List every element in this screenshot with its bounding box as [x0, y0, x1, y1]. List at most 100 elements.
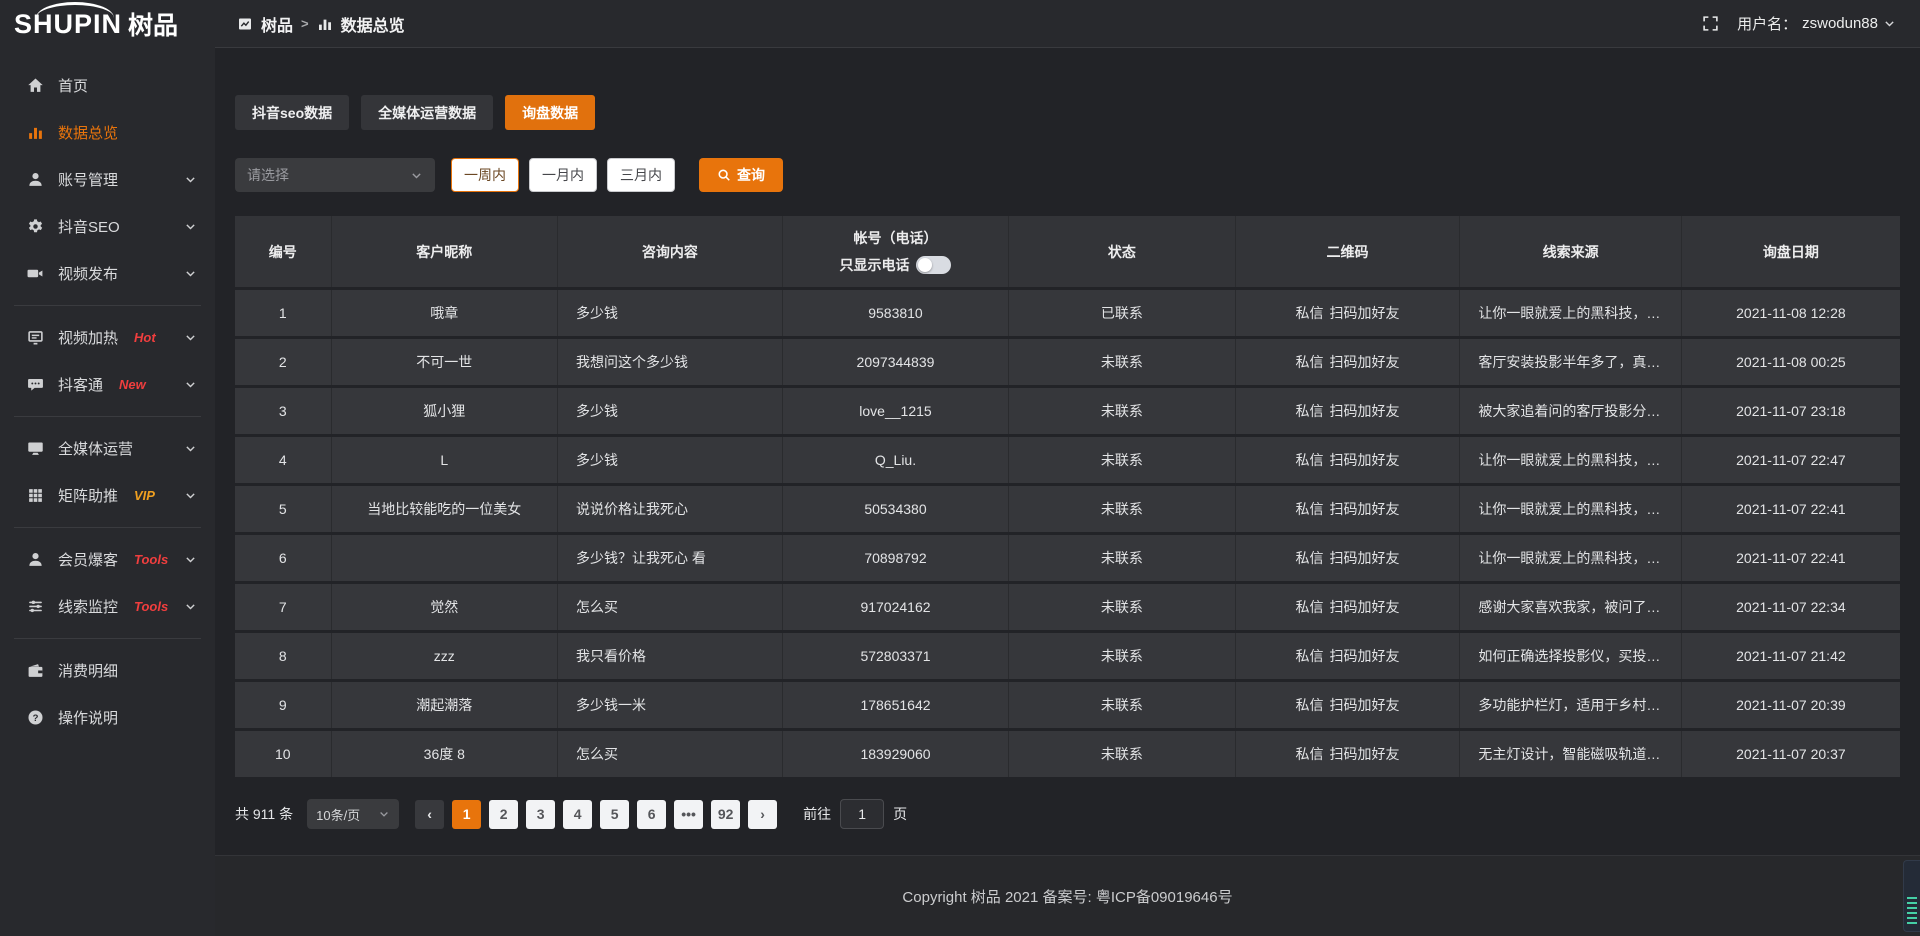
- table-row: 8zzz我只看价格572803371未联系私信扫码加好友如何正确选择投影仪，买投…: [235, 633, 1900, 679]
- cell-index: 7: [235, 584, 332, 630]
- column-header-label: 客户昵称: [416, 242, 472, 262]
- page-button-3[interactable]: 3: [526, 800, 555, 829]
- page-size-select[interactable]: 10条/页: [307, 799, 399, 829]
- breadcrumb-root[interactable]: 树品: [261, 12, 293, 36]
- cell-date: 2021-11-07 22:34: [1682, 584, 1900, 630]
- account-select[interactable]: 请选择: [235, 158, 435, 192]
- tab-全媒体运营数据[interactable]: 全媒体运营数据: [361, 95, 493, 130]
- home-icon: [27, 77, 44, 94]
- cell-content: 多少钱: [558, 290, 783, 336]
- tab-询盘数据[interactable]: 询盘数据: [505, 95, 595, 130]
- heat-icon: [27, 329, 44, 346]
- source-link[interactable]: 被大家追着问的客厅投影分享...: [1478, 401, 1670, 421]
- column-header: 客户昵称: [332, 216, 558, 287]
- column-header-label: 状态: [1108, 242, 1136, 262]
- period-button-一月内[interactable]: 一月内: [529, 158, 597, 192]
- cell-qrcode: 私信扫码加好友: [1236, 290, 1461, 336]
- sidebar-item-会员爆客[interactable]: 会员爆客Tools: [0, 536, 215, 583]
- sidebar-item-操作说明[interactable]: ?操作说明: [0, 694, 215, 741]
- search-button[interactable]: 查询: [699, 158, 783, 192]
- sidebar-item-label: 视频加热: [58, 327, 118, 348]
- user-menu[interactable]: 用户名： zswodun88: [1737, 13, 1896, 34]
- qr-link[interactable]: 私信: [1296, 401, 1324, 421]
- qr-link[interactable]: 私信: [1296, 646, 1324, 666]
- page-button-6[interactable]: 6: [637, 800, 666, 829]
- page-button-5[interactable]: 5: [600, 800, 629, 829]
- source-link[interactable]: 无主灯设计，智能磁吸轨道灯...: [1478, 744, 1670, 764]
- sidebar-item-视频加热[interactable]: 视频加热Hot: [0, 314, 215, 361]
- page-button-4[interactable]: 4: [563, 800, 592, 829]
- qr-link[interactable]: 扫码加好友: [1330, 744, 1400, 764]
- source-link[interactable]: 让你一眼就爱上的黑科技，能...: [1478, 450, 1670, 470]
- source-link[interactable]: 让你一眼就爱上的黑科技，能...: [1478, 548, 1670, 568]
- tab-抖音seo数据[interactable]: 抖音seo数据: [235, 95, 349, 130]
- qr-link[interactable]: 私信: [1296, 744, 1324, 764]
- qr-link[interactable]: 扫码加好友: [1330, 401, 1400, 421]
- cell-account: 917024162: [783, 584, 1009, 630]
- qr-link[interactable]: 扫码加好友: [1330, 646, 1400, 666]
- cell-date: 2021-11-08 12:28: [1682, 290, 1900, 336]
- source-link[interactable]: 让你一眼就爱上的黑科技，能...: [1478, 303, 1670, 323]
- qr-link[interactable]: 扫码加好友: [1330, 499, 1400, 519]
- ellipsis-page-button[interactable]: •••: [674, 800, 703, 829]
- sidebar-item-线索监控[interactable]: 线索监控Tools: [0, 583, 215, 630]
- source-link[interactable]: 客厅安装投影半年多了，真实...: [1478, 352, 1670, 372]
- sidebar-item-首页[interactable]: 首页: [0, 62, 215, 109]
- cell-nickname: 36度 8: [332, 731, 558, 777]
- cell-content: 多少钱一米: [558, 682, 783, 728]
- qr-link[interactable]: 私信: [1296, 303, 1324, 323]
- sidebar-item-全媒体运营[interactable]: 全媒体运营: [0, 425, 215, 472]
- sidebar-item-账号管理[interactable]: 账号管理: [0, 156, 215, 203]
- goto-page-input[interactable]: [840, 799, 884, 829]
- floating-widget[interactable]: [1903, 860, 1920, 932]
- chat-icon: [27, 376, 44, 393]
- period-button-一周内[interactable]: 一周内: [451, 158, 519, 192]
- page-button-1[interactable]: 1: [452, 800, 481, 829]
- qr-link[interactable]: 私信: [1296, 352, 1324, 372]
- sidebar-item-视频发布[interactable]: 视频发布: [0, 250, 215, 297]
- sidebar-item-数据总览[interactable]: 数据总览: [0, 109, 215, 156]
- dashboard-icon: [237, 16, 253, 32]
- source-link[interactable]: 感谢大家喜欢我家，被问了好...: [1478, 597, 1670, 617]
- logo-arc: [36, 2, 114, 18]
- cell-account: 70898792: [783, 535, 1009, 581]
- qr-link[interactable]: 私信: [1296, 597, 1324, 617]
- sidebar-divider: [14, 305, 201, 306]
- qr-link[interactable]: 私信: [1296, 548, 1324, 568]
- source-link[interactable]: 如何正确选择投影仪，买投影...: [1478, 646, 1670, 666]
- sidebar-item-badge: Tools: [134, 552, 168, 567]
- cell-content: 说说价格让我死心: [558, 486, 783, 532]
- cell-source: 多功能护栏灯，适用于乡村文...: [1460, 682, 1681, 728]
- sidebar-item-抖音SEO[interactable]: 抖音SEO: [0, 203, 215, 250]
- username: zswodun88: [1802, 15, 1878, 32]
- cell-content: 怎么买: [558, 584, 783, 630]
- qr-links: 私信扫码加好友: [1296, 499, 1400, 519]
- cell-index: 8: [235, 633, 332, 679]
- qr-link[interactable]: 扫码加好友: [1330, 352, 1400, 372]
- total-count: 共 911 条: [235, 804, 293, 824]
- source-link[interactable]: 多功能护栏灯，适用于乡村文...: [1478, 695, 1670, 715]
- qr-link[interactable]: 扫码加好友: [1330, 548, 1400, 568]
- source-link[interactable]: 让你一眼就爱上的黑科技，能...: [1478, 499, 1670, 519]
- qr-link[interactable]: 扫码加好友: [1330, 695, 1400, 715]
- gear-icon: [27, 218, 44, 235]
- qr-link[interactable]: 私信: [1296, 695, 1324, 715]
- qr-link[interactable]: 私信: [1296, 450, 1324, 470]
- phone-only-toggle[interactable]: [916, 256, 951, 274]
- sidebar-item-抖客通[interactable]: 抖客通New: [0, 361, 215, 408]
- page-button-2[interactable]: 2: [489, 800, 518, 829]
- qr-link[interactable]: 私信: [1296, 499, 1324, 519]
- sidebar-item-消费明细[interactable]: 消费明细: [0, 647, 215, 694]
- period-button-三月内[interactable]: 三月内: [607, 158, 675, 192]
- prev-page-button[interactable]: ‹: [415, 800, 444, 829]
- fullscreen-icon[interactable]: [1702, 15, 1719, 32]
- member-icon: [27, 551, 44, 568]
- next-page-button[interactable]: ›: [748, 800, 777, 829]
- qr-link[interactable]: 扫码加好友: [1330, 303, 1400, 323]
- qr-link[interactable]: 扫码加好友: [1330, 450, 1400, 470]
- sidebar-item-矩阵助推[interactable]: 矩阵助推VIP: [0, 472, 215, 519]
- qr-links: 私信扫码加好友: [1296, 450, 1400, 470]
- cell-qrcode: 私信扫码加好友: [1236, 339, 1461, 385]
- qr-link[interactable]: 扫码加好友: [1330, 597, 1400, 617]
- page-button-92[interactable]: 92: [711, 800, 740, 829]
